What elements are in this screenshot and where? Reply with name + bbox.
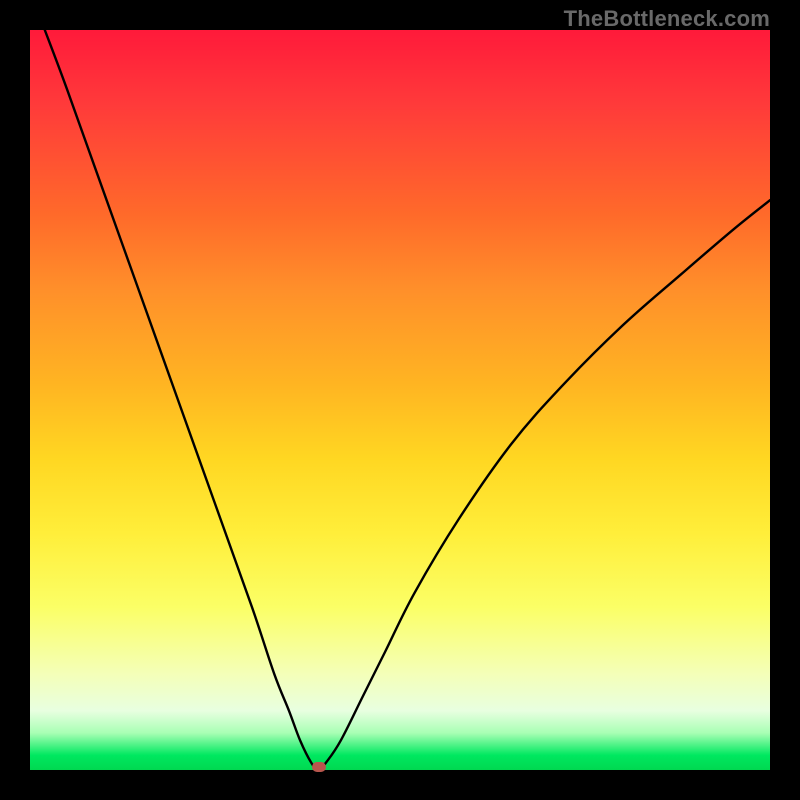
plot-area [30, 30, 770, 770]
bottleneck-curve [30, 30, 770, 770]
chart-frame: TheBottleneck.com [0, 0, 800, 800]
watermark-text: TheBottleneck.com [564, 6, 770, 32]
optimal-point-marker [312, 762, 326, 772]
